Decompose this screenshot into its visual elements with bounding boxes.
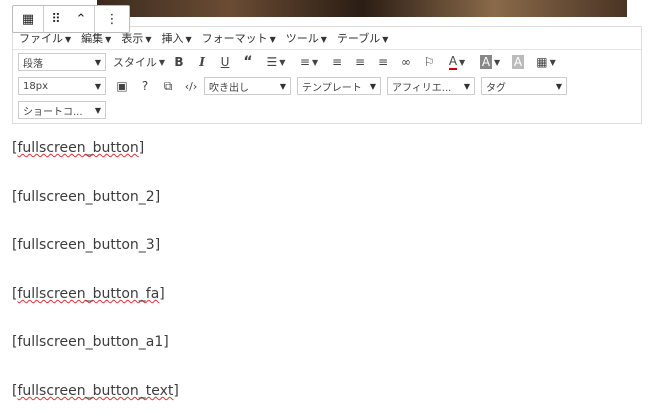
style-select[interactable]: スタイル ▼ bbox=[112, 52, 166, 72]
menu-insert[interactable]: 挿入 ▼ bbox=[161, 30, 191, 46]
toolbar-row-3: ショートコ... ▼ bbox=[13, 98, 641, 122]
block-toolbar: ▦ ⠿ ⌃ ⋮ bbox=[12, 5, 130, 33]
paragraph: [fullscreen_button_2] bbox=[12, 189, 161, 205]
highlight-icon[interactable]: A bbox=[508, 52, 528, 72]
paragraph: [fullscreen_button_fa] bbox=[12, 286, 165, 302]
more-options-icon[interactable]: ⋮ bbox=[95, 6, 129, 32]
affiliate-select[interactable]: アフィリエ... ▼ bbox=[387, 77, 475, 95]
fontsize-select[interactable]: 18px ▼ bbox=[18, 77, 106, 95]
speech-bubble-select[interactable]: 吹き出し ▼ bbox=[204, 77, 291, 95]
link-icon[interactable]: ∞ bbox=[396, 52, 416, 72]
toolbar-row-1: 段落 ▼ スタイル ▼ B I U “ ☰ ▼ ≡ ▼ ≡ ≡ ≡ ∞ ⚐ A ▼ A ▼ … bbox=[13, 50, 641, 74]
text-color-icon[interactable]: A ▼ bbox=[442, 52, 472, 72]
move-up-icon[interactable]: ⌃ bbox=[68, 6, 94, 32]
paragraph: [fullscreen_button_3] bbox=[12, 237, 161, 253]
help-icon[interactable]: ? bbox=[135, 76, 155, 96]
header-image bbox=[97, 0, 627, 17]
menu-format[interactable]: フォーマット ▼ bbox=[202, 30, 276, 46]
menu-table[interactable]: テーブル ▼ bbox=[337, 30, 389, 46]
menu-tools[interactable]: ツール ▼ bbox=[286, 30, 327, 46]
block-type-icon[interactable]: ▦ bbox=[13, 6, 43, 32]
align-right-icon[interactable]: ≡ bbox=[373, 52, 393, 72]
paragraph: [fullscreen_button_a1] bbox=[12, 334, 169, 350]
italic-icon[interactable]: I bbox=[192, 52, 212, 72]
background-color-icon[interactable]: A ▼ bbox=[475, 52, 505, 72]
underline-icon[interactable]: U bbox=[215, 52, 235, 72]
template-select[interactable]: テンプレート ▼ bbox=[297, 77, 381, 95]
bookmark-icon[interactable]: ⚐ bbox=[419, 52, 439, 72]
save-icon[interactable]: ▣ bbox=[112, 76, 132, 96]
drag-handle-icon[interactable]: ⠿ bbox=[44, 6, 68, 32]
numbered-list-icon[interactable]: ≡ ▼ bbox=[294, 52, 324, 72]
align-left-icon[interactable]: ≡ bbox=[327, 52, 347, 72]
blockquote-icon[interactable]: “ bbox=[238, 52, 258, 72]
align-center-icon[interactable]: ≡ bbox=[350, 52, 370, 72]
bold-icon[interactable]: B bbox=[169, 52, 189, 72]
code-icon[interactable]: ‹/› bbox=[181, 76, 201, 96]
toolbar-row-2: 18px ▼ ▣ ? ⧉ ‹/› 吹き出し ▼ テンプレート ▼ アフィリエ... ▼ … bbox=[13, 74, 641, 98]
paragraph-select[interactable]: 段落 ▼ bbox=[18, 53, 106, 71]
table-icon[interactable]: ▦ ▼ bbox=[531, 52, 561, 72]
tag-select[interactable]: タグ ▼ bbox=[481, 77, 567, 95]
shortcode-select[interactable]: ショートコ... ▼ bbox=[18, 101, 106, 119]
paragraph: [fullscreen_button_text] bbox=[12, 383, 179, 399]
bullet-list-icon[interactable]: ☰ ▼ bbox=[261, 52, 291, 72]
copy-icon[interactable]: ⧉ bbox=[158, 76, 178, 96]
classic-editor: ファイル ▼ 編集 ▼ 表示 ▼ 挿入 ▼ フォーマット ▼ ツール ▼ テーブル ▼ 段落 ▼… bbox=[12, 26, 642, 124]
paragraph: [fullscreen_button] bbox=[12, 140, 145, 156]
